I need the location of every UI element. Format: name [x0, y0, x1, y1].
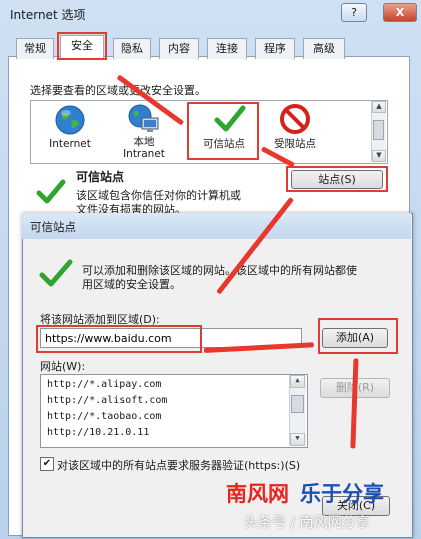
zone-intranet-label[interactable]: 本地 Intranet — [116, 136, 172, 160]
tab-programs[interactable]: 程序 — [255, 38, 295, 59]
tab-connections[interactable]: 连接 — [207, 38, 247, 59]
tab-general[interactable]: 常规 — [16, 38, 54, 59]
help-button[interactable]: ? — [341, 3, 367, 22]
zone-intranet-label-line1: 本地 — [133, 136, 155, 148]
close-window-button[interactable]: X — [383, 3, 417, 22]
zone-title: 可信站点 — [76, 170, 125, 184]
green-check-icon-large — [36, 178, 66, 206]
dialog-desc-line2: 用区域的安全设置。 — [82, 278, 181, 291]
list-item[interactable]: http://*.taobao.com — [47, 411, 161, 422]
list-item[interactable]: http://*.alipay.com — [47, 379, 161, 390]
window-title: Internet 选项 — [10, 8, 86, 22]
zone-caption: 选择要查看的区域或更改安全设置。 — [30, 84, 206, 97]
zone-scroll-thumb[interactable] — [373, 120, 384, 140]
sites-scroll-down[interactable]: ▼ — [290, 433, 305, 446]
list-item[interactable]: http://10.21.0.11 — [47, 427, 149, 438]
highlight-security-tab — [57, 32, 107, 60]
zone-intranet-label-line2: Intranet — [123, 148, 165, 160]
highlight-url-input — [36, 325, 202, 353]
sites-list[interactable]: http://*.alipay.com http://*.alisoft.com… — [40, 374, 308, 448]
sites-scroll-up[interactable]: ▲ — [290, 375, 305, 388]
sites-scroll-thumb[interactable] — [291, 395, 304, 413]
watermark-brand-blue: 乐于分享 — [300, 482, 384, 506]
sites-list-label: 网站(W): — [40, 360, 86, 373]
tab-content[interactable]: 内容 — [159, 38, 199, 59]
verify-checkbox[interactable]: ✔ — [40, 457, 54, 471]
zone-scroll-down[interactable]: ▼ — [372, 150, 386, 162]
tab-advanced[interactable]: 高级 — [303, 38, 345, 59]
list-item[interactable]: http://*.alisoft.com — [47, 395, 167, 406]
highlight-add-button — [318, 318, 398, 354]
trusted-dialog-title: 可信站点 — [30, 220, 76, 234]
zone-internet-label[interactable]: Internet — [38, 138, 102, 150]
verify-label: 对该区域中的所有站点要求服务器验证(https:)(S) — [57, 459, 301, 472]
globe-icon — [54, 104, 86, 136]
tab-privacy[interactable]: 隐私 — [113, 38, 151, 59]
dialog-check-icon — [38, 258, 74, 290]
restricted-icon — [280, 104, 310, 134]
highlight-trusted-zone — [187, 102, 259, 160]
highlight-sites-button — [286, 166, 388, 192]
trusted-dialog-titlebar — [22, 213, 411, 239]
zone-scroll-up[interactable]: ▲ — [372, 101, 386, 113]
watermark-brand-red: 南风网 — [226, 482, 289, 506]
zone-restricted-label[interactable]: 受限站点 — [262, 136, 328, 151]
watermark-small: 头条号 / 南风网分享 — [244, 515, 370, 531]
